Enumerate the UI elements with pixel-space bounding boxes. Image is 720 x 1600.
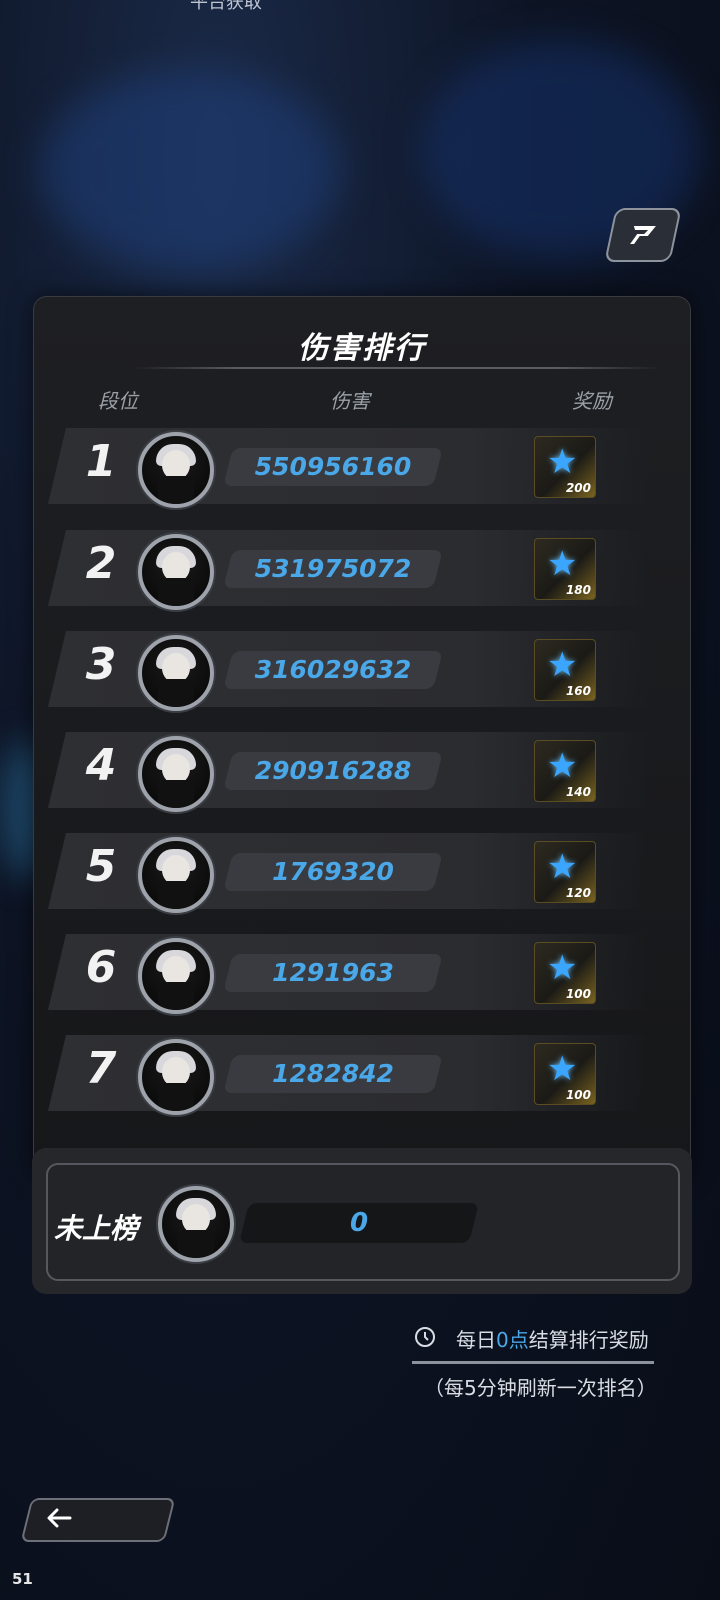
reward-item[interactable]: ★ 200 <box>534 436 596 498</box>
column-header-reward: 奖励 <box>572 389 612 413</box>
rank-number: 3 <box>85 639 117 690</box>
reward-count: 160 <box>565 684 591 698</box>
damage-value: 1291963 <box>272 958 394 987</box>
ranking-row[interactable]: 2 531975072 ★ 180 <box>48 530 648 610</box>
reward-item[interactable]: ★ 120 <box>534 841 596 903</box>
refresh-note: （每5分钟刷新一次排名） <box>424 1376 657 1400</box>
reward-count: 140 <box>565 785 591 799</box>
reward-count: 120 <box>565 886 591 900</box>
star-icon: ★ <box>547 442 578 482</box>
title-divider <box>134 367 660 369</box>
info-underline <box>412 1361 654 1364</box>
star-icon: ★ <box>547 746 578 786</box>
avatar[interactable] <box>138 938 214 1014</box>
share-button[interactable] <box>604 208 682 262</box>
ranking-row[interactable]: 6 1291963 ★ 100 <box>48 934 648 1014</box>
damage-value: 316029632 <box>254 655 412 684</box>
avatar[interactable] <box>138 1039 214 1115</box>
ranking-row[interactable]: 1 550956160 ★ 200 <box>48 428 648 508</box>
my-rank-label: 未上榜 <box>54 1212 139 1245</box>
rank-number: 5 <box>85 841 117 892</box>
ranking-row[interactable]: 7 1282842 ★ 100 <box>48 1035 648 1115</box>
avatar[interactable] <box>138 635 214 711</box>
star-icon: ★ <box>547 544 578 584</box>
settlement-suffix: 结算排行奖励 <box>528 1328 649 1352</box>
top-partial-text: 平台获取 <box>190 0 262 13</box>
settlement-prefix: 每日 <box>456 1328 496 1352</box>
avatar[interactable] <box>138 534 214 610</box>
damage-value: 290916288 <box>254 756 412 785</box>
column-header-damage: 伤害 <box>330 389 370 413</box>
background-glow <box>40 70 340 270</box>
reward-count: 200 <box>565 481 591 495</box>
reward-item[interactable]: ★ 100 <box>534 1043 596 1105</box>
ranking-row[interactable]: 4 290916288 ★ 140 <box>48 732 648 812</box>
damage-value: 1769320 <box>272 857 394 886</box>
star-icon: ★ <box>547 847 578 887</box>
ranking-row[interactable]: 3 316029632 ★ 160 <box>48 631 648 711</box>
reward-item[interactable]: ★ 140 <box>534 740 596 802</box>
my-damage-value: 0 <box>349 1208 369 1238</box>
arrow-left-icon[interactable] <box>44 1506 74 1530</box>
reward-count: 100 <box>565 1088 591 1102</box>
avatar[interactable] <box>138 432 214 508</box>
damage-value: 550956160 <box>254 452 412 481</box>
panel-title: 伤害排行 <box>298 331 426 366</box>
reward-item[interactable]: ★ 160 <box>534 639 596 701</box>
settlement-info: 每日0点结算排行奖励 <box>456 1324 649 1353</box>
rank-number: 6 <box>85 942 117 993</box>
reward-item[interactable]: ★ 100 <box>534 942 596 1004</box>
rank-number: 7 <box>85 1043 117 1094</box>
clock-icon <box>415 1327 435 1347</box>
rank-number: 2 <box>85 538 117 589</box>
ranking-row[interactable]: 5 1769320 ★ 120 <box>48 833 648 913</box>
rank-number: 4 <box>85 740 117 791</box>
star-icon: ★ <box>547 948 578 988</box>
reward-count: 180 <box>565 583 591 597</box>
avatar[interactable] <box>138 736 214 812</box>
damage-value: 531975072 <box>254 554 412 583</box>
settlement-time: 0点 <box>496 1328 529 1352</box>
star-icon: ★ <box>547 645 578 685</box>
fps-counter: 51 <box>12 1570 33 1588</box>
reward-item[interactable]: ★ 180 <box>534 538 596 600</box>
damage-value: 1282842 <box>272 1059 394 1088</box>
avatar[interactable] <box>138 837 214 913</box>
my-avatar[interactable] <box>158 1186 234 1262</box>
rank-number: 1 <box>85 436 117 487</box>
reward-count: 100 <box>565 987 591 1001</box>
column-header-rank: 段位 <box>98 389 138 413</box>
share-icon <box>630 226 656 244</box>
star-icon: ★ <box>547 1049 578 1089</box>
